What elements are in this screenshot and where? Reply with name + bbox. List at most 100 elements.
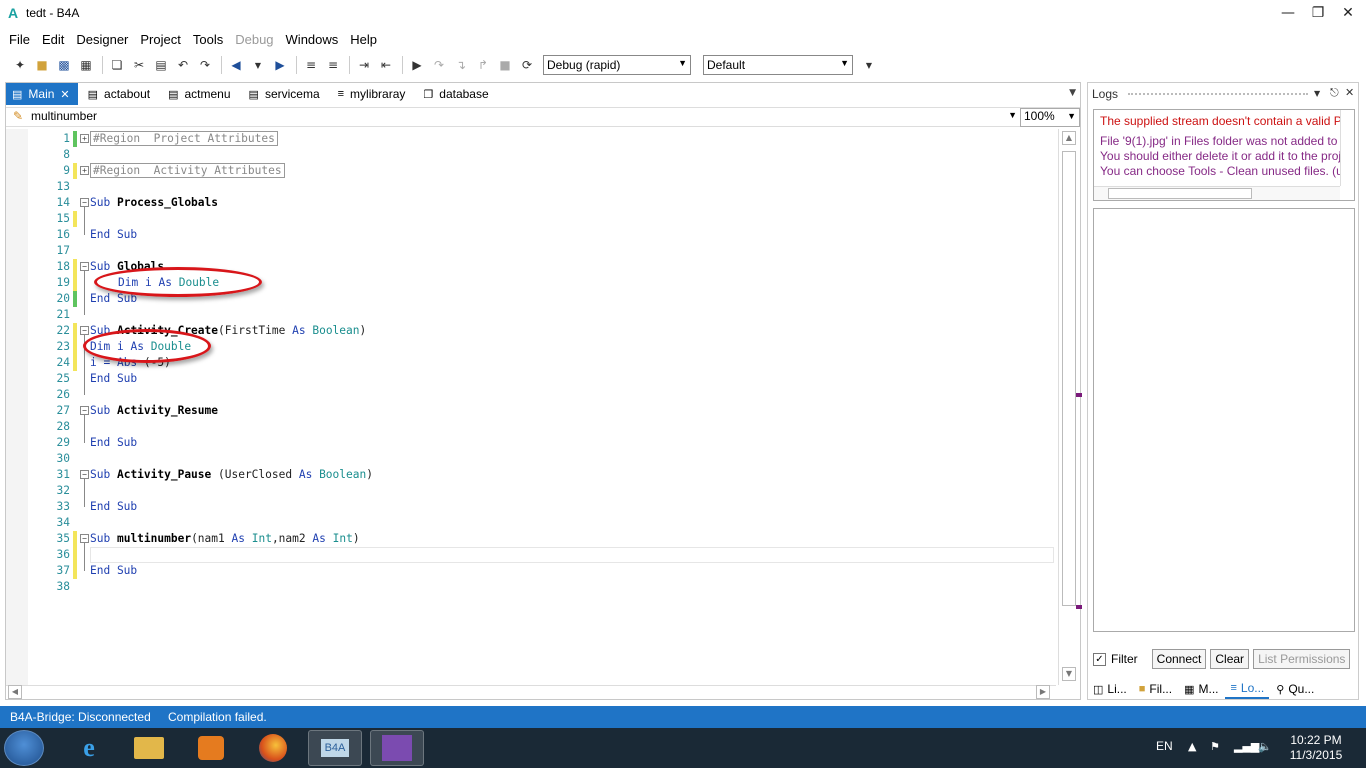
undo-icon[interactable]: ↶ bbox=[173, 55, 193, 75]
tab-logs[interactable]: ≡ Lo... bbox=[1225, 679, 1270, 699]
clear-button[interactable]: Clear bbox=[1210, 649, 1250, 669]
tab-servicema[interactable]: ▤ servicema bbox=[243, 83, 328, 105]
panel-menu-icon[interactable]: ▼ bbox=[1314, 89, 1320, 98]
collapsed-region[interactable]: #Region Project Attributes bbox=[90, 131, 278, 146]
collapse-block-icon[interactable]: − bbox=[80, 198, 89, 207]
comment-block-icon[interactable]: ≡ bbox=[301, 55, 321, 75]
menu-designer[interactable]: Designer bbox=[70, 30, 134, 50]
tab-files[interactable]: ■ Fil... bbox=[1134, 679, 1177, 699]
save-all-icon[interactable]: ▦ bbox=[76, 55, 96, 75]
file-explorer-icon[interactable] bbox=[122, 730, 176, 766]
collapse-block-icon[interactable]: − bbox=[80, 406, 89, 415]
horizontal-scrollbar[interactable]: ◀ ▶ bbox=[6, 685, 1056, 699]
b4a-taskbar-app[interactable]: B4A bbox=[308, 730, 362, 766]
pin-icon[interactable]: ⎋ bbox=[1330, 86, 1339, 100]
show-hidden-icons-icon[interactable]: ▲ bbox=[1188, 740, 1196, 753]
tab-modules[interactable]: ▦ M... bbox=[1179, 679, 1223, 699]
navigate-back-icon[interactable]: ◀ bbox=[226, 55, 246, 75]
menu-debug[interactable]: Debug bbox=[229, 30, 279, 50]
tab-main[interactable]: ▤ Main ✕ bbox=[6, 83, 78, 105]
back-dropdown-icon[interactable]: ▼ bbox=[248, 55, 268, 75]
sub-selector[interactable]: ✎ multinumber ▼ bbox=[11, 109, 1019, 126]
collapsed-region[interactable]: #Region Activity Attributes bbox=[90, 163, 285, 178]
scroll-right-icon[interactable]: ▶ bbox=[1036, 685, 1050, 699]
log-messages[interactable]: The supplied stream doesn't contain a va… bbox=[1093, 109, 1355, 201]
tab-libraries[interactable]: ◫ Li... bbox=[1088, 679, 1132, 699]
close-tab-icon[interactable]: ✕ bbox=[60, 88, 69, 101]
outdent-icon[interactable]: ⇤ bbox=[376, 55, 396, 75]
tabs-dropdown-icon[interactable]: ▼ bbox=[1069, 88, 1076, 98]
uncomment-block-icon[interactable]: ≡ bbox=[323, 55, 343, 75]
copy-icon[interactable]: ❏ bbox=[107, 55, 127, 75]
scroll-down-icon[interactable]: ▼ bbox=[1062, 667, 1076, 681]
redo-icon[interactable]: ↷ bbox=[195, 55, 215, 75]
stop-icon[interactable]: ■ bbox=[495, 55, 515, 75]
module-icon: ▤ bbox=[12, 88, 23, 101]
expand-region-icon[interactable]: + bbox=[80, 166, 89, 175]
run-icon[interactable]: ▶ bbox=[407, 55, 427, 75]
firefox-icon[interactable] bbox=[246, 730, 300, 766]
drag-handle[interactable] bbox=[1128, 93, 1308, 96]
menu-edit[interactable]: Edit bbox=[36, 30, 70, 50]
toolbar-overflow-icon[interactable]: ▼ bbox=[859, 55, 879, 75]
collapse-block-icon[interactable]: − bbox=[80, 534, 89, 543]
filter-checkbox[interactable]: ✓ bbox=[1093, 652, 1106, 666]
media-player-icon[interactable] bbox=[184, 730, 238, 766]
save-icon[interactable]: ▩ bbox=[54, 55, 74, 75]
log-horizontal-scrollbar[interactable] bbox=[1094, 186, 1340, 200]
tab-actmenu[interactable]: ▤ actmenu bbox=[162, 83, 238, 105]
start-button-icon[interactable] bbox=[4, 730, 44, 766]
zoom-select[interactable]: 100% ▼ bbox=[1020, 108, 1080, 127]
expand-region-icon[interactable]: + bbox=[80, 134, 89, 143]
menu-windows[interactable]: Windows bbox=[280, 30, 345, 50]
menu-help[interactable]: Help bbox=[344, 30, 383, 50]
language-indicator[interactable]: EN bbox=[1156, 739, 1173, 753]
tab-actabout[interactable]: ▤ actabout bbox=[82, 83, 158, 105]
navigate-forward-icon[interactable]: ▶ bbox=[270, 55, 290, 75]
log-output-list[interactable] bbox=[1093, 208, 1355, 632]
indent-icon[interactable]: ⇥ bbox=[354, 55, 374, 75]
action-center-icon[interactable]: ⚑ bbox=[1210, 740, 1220, 753]
open-folder-icon[interactable]: ■ bbox=[32, 55, 52, 75]
bridge-status: B4A-Bridge: Disconnected bbox=[10, 710, 151, 724]
cut-icon[interactable]: ✂ bbox=[129, 55, 149, 75]
scroll-thumb[interactable] bbox=[1062, 151, 1076, 606]
collapse-block-icon[interactable]: − bbox=[80, 262, 89, 271]
code-line: 34 bbox=[6, 515, 1056, 531]
collapse-block-icon[interactable]: − bbox=[80, 326, 89, 335]
tab-mylibraray[interactable]: ≡ mylibraray bbox=[332, 83, 414, 105]
scroll-left-icon[interactable]: ◀ bbox=[8, 685, 22, 699]
network-icon[interactable]: ▂▄▆ bbox=[1234, 740, 1259, 753]
code-editor-panel: ▤ Main ✕ ▤ actabout ▤ actmenu ▤ servicem… bbox=[5, 82, 1082, 700]
menu-tools[interactable]: Tools bbox=[187, 30, 229, 50]
new-project-icon[interactable]: ✦ bbox=[10, 55, 30, 75]
volume-icon[interactable]: 🔈 bbox=[1258, 740, 1272, 753]
menu-file[interactable]: File bbox=[3, 30, 36, 50]
punctuation: ) bbox=[366, 468, 373, 481]
code-area[interactable]: 1 + #Region Project Attributes 8 9 + #Re… bbox=[6, 129, 1056, 685]
scroll-up-icon[interactable]: ▲ bbox=[1062, 131, 1076, 145]
step-over-icon[interactable]: ↷ bbox=[429, 55, 449, 75]
visual-studio-icon[interactable] bbox=[370, 730, 424, 766]
system-clock[interactable]: 10:22 PM 11/3/2015 bbox=[1284, 733, 1348, 763]
collapse-block-icon[interactable]: − bbox=[80, 470, 89, 479]
connect-button[interactable]: Connect bbox=[1151, 649, 1207, 669]
maximize-icon[interactable]: ❐ bbox=[1304, 3, 1332, 23]
menu-project[interactable]: Project bbox=[134, 30, 186, 50]
vertical-scrollbar[interactable]: ▲ ▼ bbox=[1058, 129, 1082, 685]
restart-icon[interactable]: ⟳ bbox=[517, 55, 537, 75]
scroll-thumb[interactable] bbox=[1108, 188, 1252, 199]
step-in-icon[interactable]: ↴ bbox=[451, 55, 471, 75]
tab-database[interactable]: ❐ database bbox=[417, 83, 496, 105]
minimize-icon[interactable]: — bbox=[1274, 3, 1302, 23]
ie-icon[interactable]: e bbox=[62, 730, 116, 766]
close-panel-icon[interactable]: ✕ bbox=[1345, 86, 1354, 99]
list-permissions-button[interactable]: List Permissions bbox=[1253, 649, 1351, 669]
close-icon[interactable]: ✕ bbox=[1334, 3, 1362, 23]
log-vertical-scrollbar[interactable] bbox=[1340, 110, 1354, 186]
build-config-select[interactable]: Default ▼ bbox=[703, 55, 853, 75]
step-out-icon[interactable]: ↱ bbox=[473, 55, 493, 75]
tab-quick-search[interactable]: ⚲ Qu... bbox=[1271, 679, 1319, 699]
paste-icon[interactable]: ▤ bbox=[151, 55, 171, 75]
build-mode-select[interactable]: Debug (rapid) ▼ bbox=[543, 55, 691, 75]
